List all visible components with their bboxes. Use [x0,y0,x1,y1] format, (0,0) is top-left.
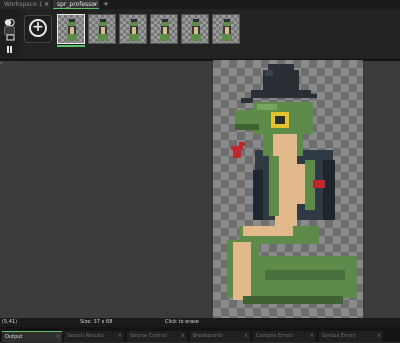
playback-sidebar [0,9,20,59]
frame-thumbnail[interactable] [181,14,209,44]
plus-icon: + [29,19,47,37]
tab-workspace[interactable]: Workspace 1 × [0,0,51,9]
pause-icon[interactable] [4,39,15,53]
close-icon[interactable]: × [181,331,185,342]
frame-thumbnail[interactable] [57,14,85,44]
tab-output[interactable]: Output × [2,331,62,342]
tab-label: Workspace 1 [4,1,43,8]
close-icon[interactable]: × [310,331,314,342]
loop-icon[interactable] [4,26,15,41]
output-tab-bar: Output × Search Results × Source Control… [0,327,400,342]
tab-breakpoints[interactable]: Breakpoints × [190,331,250,342]
add-tab-button[interactable]: + [103,0,109,9]
close-icon[interactable]: × [56,332,60,343]
snake-professor-sprite [227,64,357,304]
frame-thumbnail[interactable] [150,14,178,44]
tab-search-results[interactable]: Search Results × [64,331,124,342]
tab-source-control[interactable]: Source Control × [127,331,187,342]
add-frame-button[interactable]: + [24,15,52,43]
selected-frame-indicator [57,45,85,47]
tab-label: Compile Errors [256,333,293,339]
collapse-arrow-icon[interactable]: › [0,61,6,67]
close-icon[interactable]: × [44,0,49,9]
frame-thumbnail[interactable] [119,14,147,44]
tab-compile-errors[interactable]: Compile Errors × [253,331,316,342]
tab-syntax-errors[interactable]: Syntax Errors × [319,331,383,342]
tab-label: Syntax Errors [322,333,356,339]
close-icon[interactable]: × [118,331,122,342]
close-icon[interactable]: × [92,0,97,9]
tab-label: Breakpoints [193,333,223,339]
close-icon[interactable]: × [377,331,381,342]
sprite-size: Size: 37 x 68 [80,319,113,325]
tab-label: Search Results [67,333,104,339]
tool-hint: Click to erase [165,319,199,325]
tab-label: Source Control [130,333,167,339]
onion-skin-icon[interactable] [4,12,15,27]
tab-label: Output [5,334,23,340]
tab-sprite-editor[interactable]: spr_professor × [53,0,99,9]
frame-thumbnail[interactable] [88,14,116,44]
frame-thumbnail[interactable] [212,14,240,44]
document-tab-bar: Workspace 1 × spr_professor × + [0,0,400,9]
status-bar: (5,41) Size: 37 x 68 Click to erase [0,318,400,327]
close-icon[interactable]: × [244,331,248,342]
cursor-coordinates: (5,41) [2,319,18,325]
